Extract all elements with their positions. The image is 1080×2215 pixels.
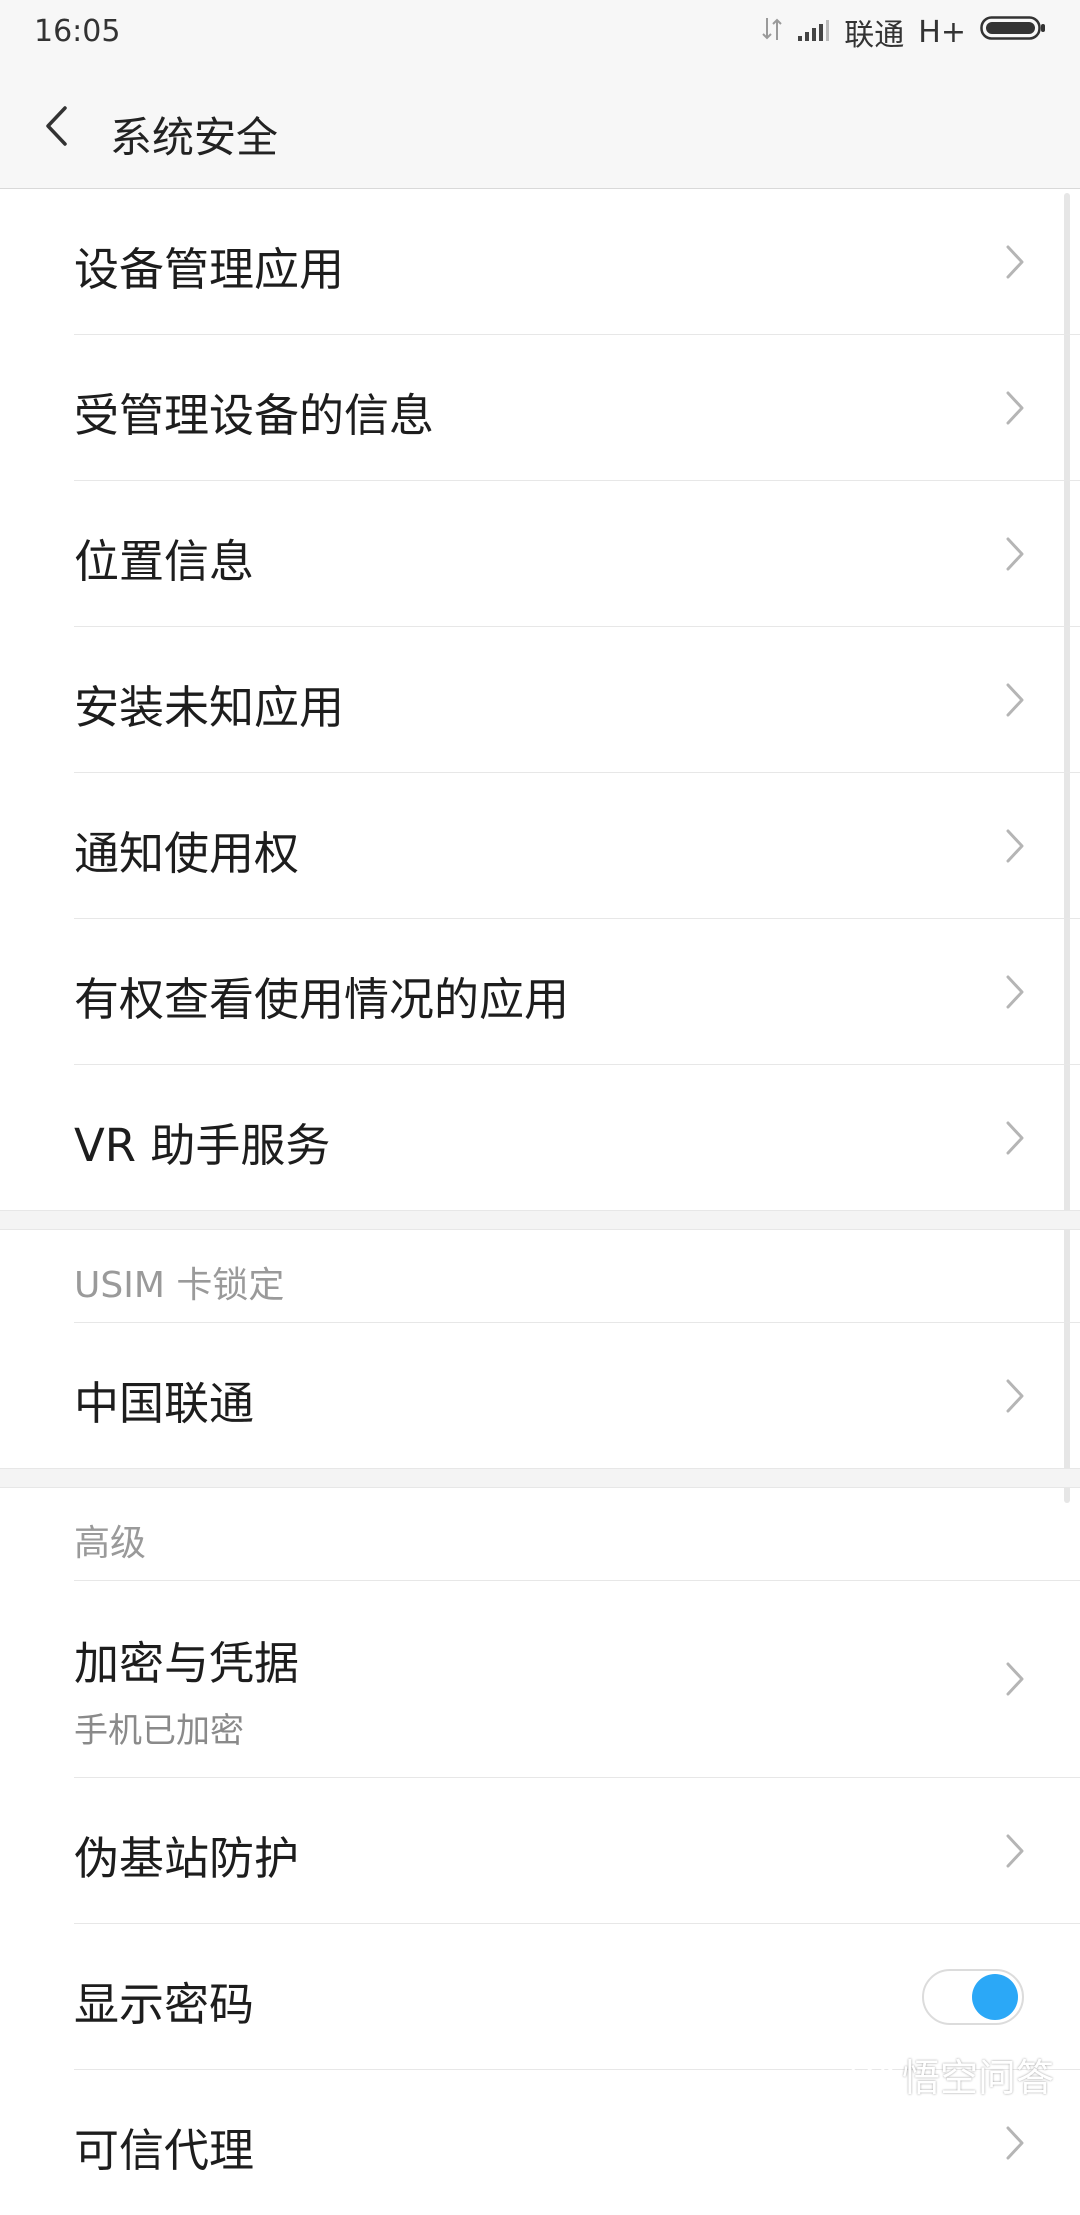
settings-item-usage-access[interactable]: 有权查看使用情况的应用 (74, 919, 1080, 1065)
chevron-right-icon (1006, 245, 1024, 278)
show-password-toggle[interactable] (922, 1968, 1024, 2025)
settings-item-label: 受管理设备的信息 (74, 389, 435, 442)
settings-item-summary: 手机已加密 (74, 1711, 244, 1751)
settings-item-vr-helper[interactable]: VR 助手服务 (74, 1065, 1080, 1210)
settings-item-fake-base-station[interactable]: 伪基站防护 (74, 1778, 1080, 1924)
page-title: 系统安全 (110, 113, 279, 162)
status-time: 16:05 (34, 14, 121, 49)
data-activity-icon (762, 15, 783, 50)
section-divider (0, 1468, 1080, 1488)
status-icons: 联通 H+ (762, 14, 1046, 53)
settings-item-install-unknown-apps[interactable]: 安装未知应用 (74, 627, 1080, 773)
chevron-right-icon (1006, 1379, 1024, 1412)
settings-item-notification-access[interactable]: 通知使用权 (74, 773, 1080, 919)
chevron-right-icon (1006, 1121, 1024, 1154)
watermark-text: 悟空问答 (901, 2056, 1054, 2100)
carrier-label: 联通 (844, 18, 905, 53)
chevron-right-icon (1006, 1834, 1024, 1867)
settings-item-china-unicom[interactable]: 中国联通 (74, 1323, 1080, 1468)
chevron-right-icon (1006, 1662, 1024, 1696)
settings-item-label: 中国联通 (74, 1377, 255, 1430)
status-bar: 16:05 联通 H+ (0, 0, 1080, 64)
settings-item-label: 加密与凭据 (74, 1637, 300, 1690)
settings-item-device-admin[interactable]: 设备管理应用 (74, 189, 1080, 335)
section-header-advanced: 高级 (74, 1488, 1080, 1581)
settings-item-location[interactable]: 位置信息 (74, 481, 1080, 627)
section-title: 高级 (74, 1523, 147, 1564)
settings-item-label: 位置信息 (74, 535, 255, 588)
chevron-right-icon (1006, 537, 1024, 570)
chevron-right-icon (1006, 2126, 1024, 2159)
signal-icon (796, 15, 830, 50)
speech-bubble-icon (850, 2053, 894, 2097)
settings-item-label: 设备管理应用 (74, 243, 345, 296)
chevron-right-icon (1006, 975, 1024, 1008)
settings-item-label: 可信代理 (74, 2124, 255, 2177)
settings-item-label: VR 助手服务 (74, 1119, 331, 1172)
chevron-right-icon (1006, 683, 1024, 716)
settings-list: 设备管理应用 受管理设备的信息 位置信息 安装未知应用 通知使用权 有权查看使用… (0, 189, 1080, 2215)
toggle-knob (972, 1973, 1018, 2020)
section-divider (0, 1210, 1080, 1230)
settings-item-label: 伪基站防护 (74, 1832, 300, 1885)
settings-item-label: 安装未知应用 (74, 681, 345, 734)
network-type-label: H+ (918, 14, 966, 50)
settings-item-label: 显示密码 (74, 1978, 255, 2031)
battery-icon (980, 14, 1046, 50)
chevron-right-icon (1006, 391, 1024, 424)
section-title: USIM 卡锁定 (74, 1265, 285, 1306)
settings-item-managed-device-info[interactable]: 受管理设备的信息 (74, 335, 1080, 481)
settings-item-label: 通知使用权 (74, 827, 300, 880)
settings-item-encryption[interactable]: 加密与凭据 手机已加密 (74, 1581, 1080, 1778)
settings-item-label: 有权查看使用情况的应用 (74, 973, 570, 1026)
chevron-right-icon (1006, 829, 1024, 862)
watermark: 悟空问答 (850, 2047, 1054, 2102)
app-header: 系统安全 (0, 64, 1080, 189)
section-header-usim: USIM 卡锁定 (74, 1230, 1080, 1323)
back-arrow-icon[interactable] (30, 100, 82, 152)
